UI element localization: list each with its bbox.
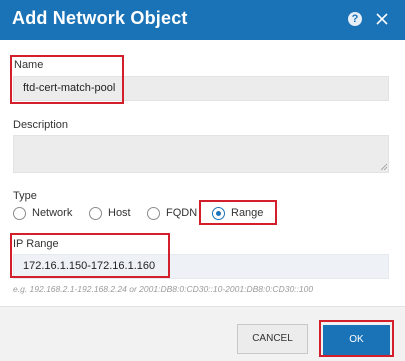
ok-button[interactable]: OK [323,325,390,355]
add-network-object-dialog: Add Network Object ? Name ftd-cert-match… [0,0,405,361]
radio-range[interactable] [212,207,225,220]
dialog-header: Add Network Object ? [0,0,405,40]
radio-host[interactable] [89,207,102,220]
radio-label-range: Range [231,207,264,219]
name-label: Name [14,59,44,71]
radio-fqdn[interactable] [147,207,160,220]
description-textarea[interactable] [13,135,389,173]
cancel-button[interactable]: CANCEL [237,324,308,354]
description-label: Description [13,119,69,131]
ip-range-hint: e.g. 192.168.2.1-192.168.2.24 or 2001:DB… [13,284,314,294]
name-input[interactable]: ftd-cert-match-pool [13,76,389,101]
ip-range-label: IP Range [13,238,59,250]
ip-range-input[interactable]: 172.16.1.150-172.16.1.160 [13,254,389,279]
resize-grip-icon[interactable] [380,163,388,171]
type-label: Type [13,190,37,202]
close-icon[interactable] [375,12,389,26]
help-icon[interactable]: ? [348,12,362,26]
radio-label-network: Network [32,207,73,219]
radio-label-host: Host [108,207,131,219]
radio-network[interactable] [13,207,26,220]
dialog-footer: CANCEL OK [0,306,405,361]
dialog-title: Add Network Object [12,8,188,28]
radio-label-fqdn: FQDN [166,207,198,219]
